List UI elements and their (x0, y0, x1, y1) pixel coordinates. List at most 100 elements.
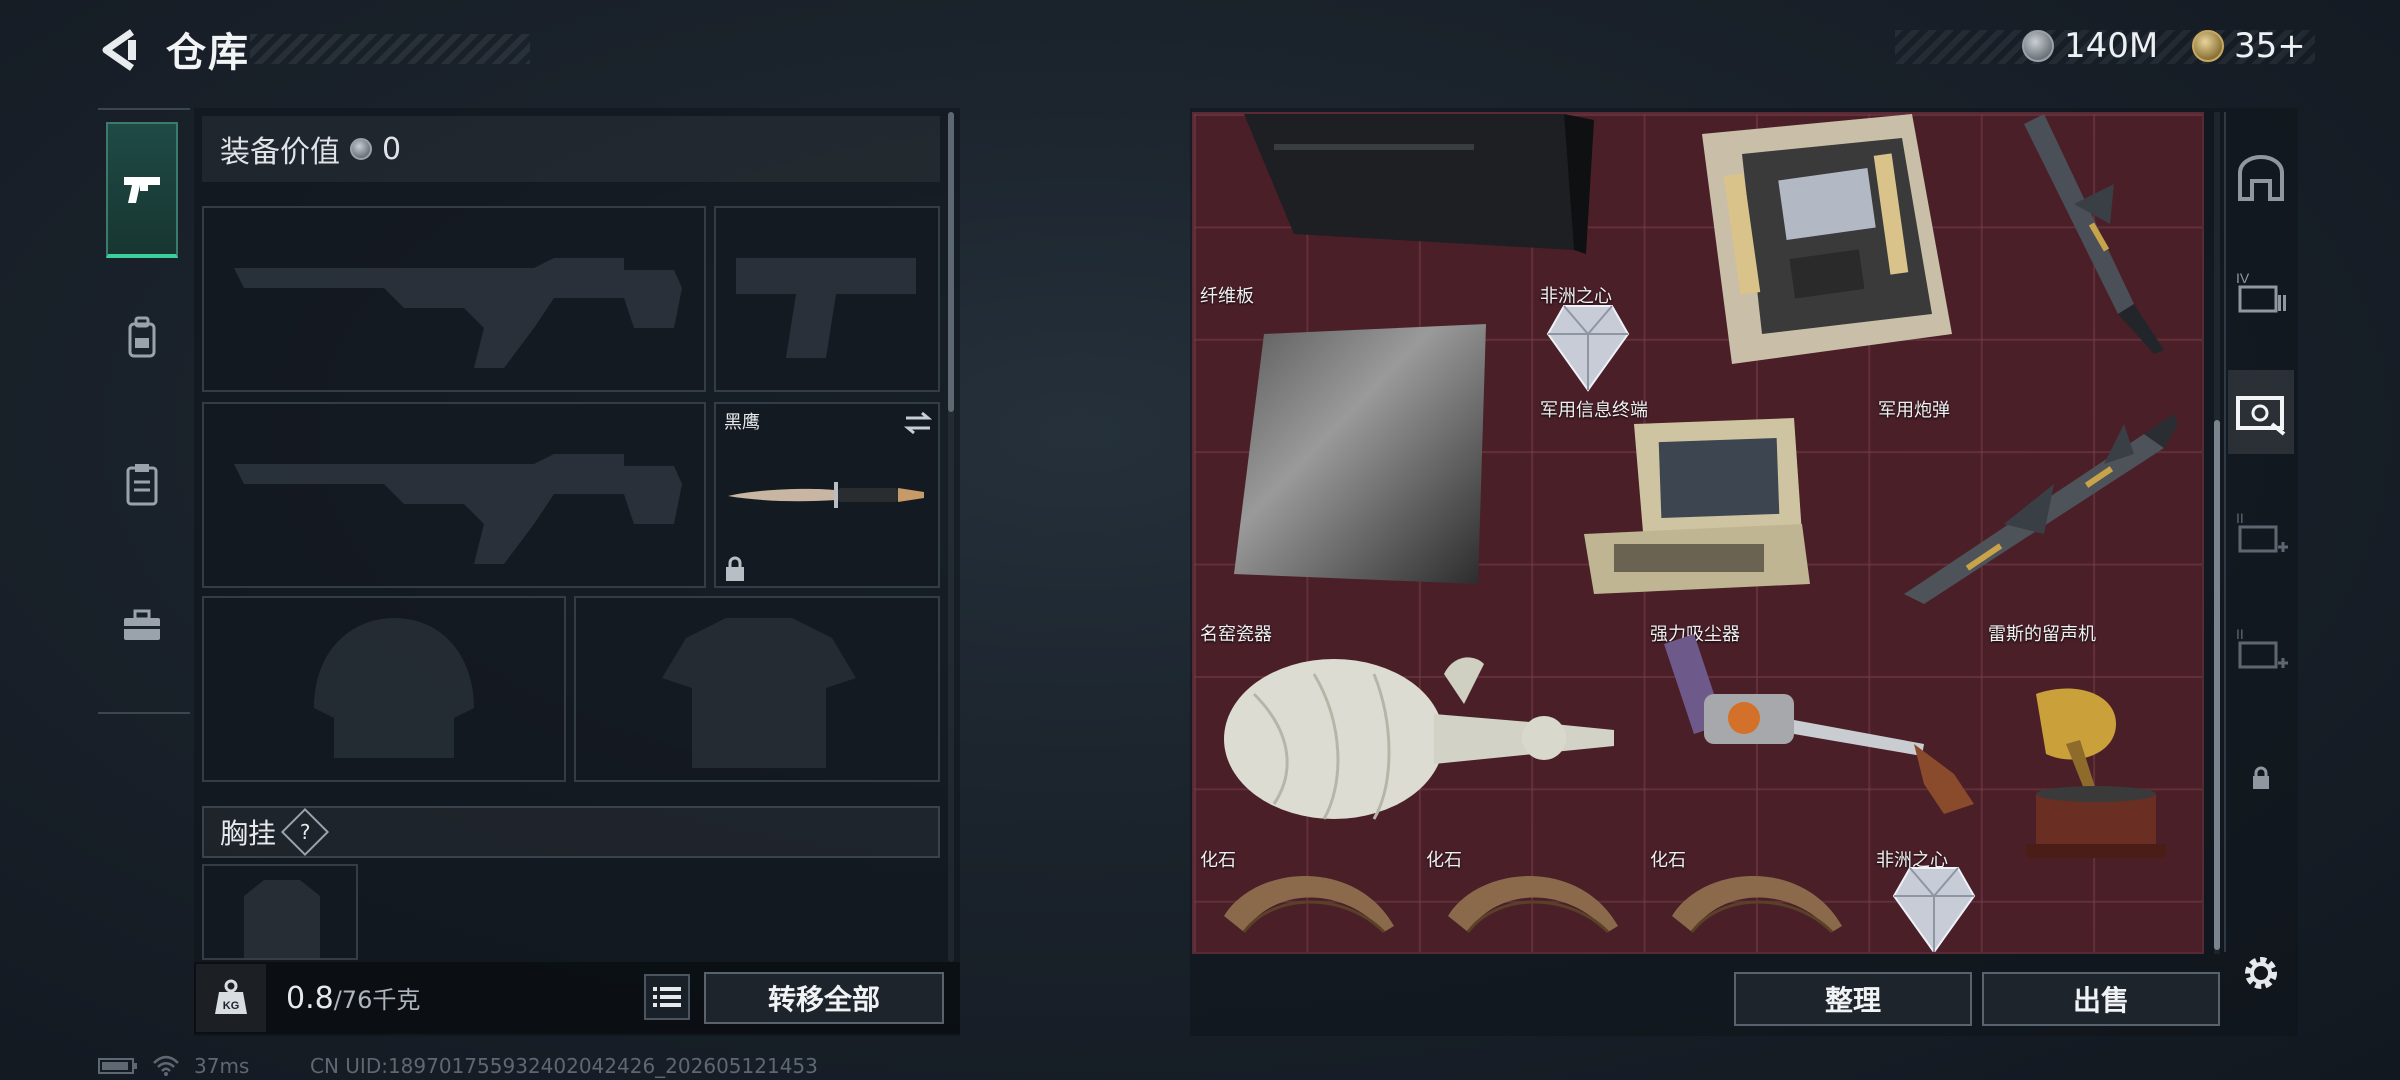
inventory-item-military-shell[interactable] (1884, 404, 2184, 604)
melee-slot[interactable]: 黑鹰 (714, 402, 940, 588)
weight-current: 0.8 (286, 981, 334, 1016)
add-storage-icon: II (2236, 626, 2288, 669)
inventory-item-fiberboard[interactable] (1224, 324, 1494, 604)
weight-kg-icon: KG (215, 979, 247, 1014)
diamond-icon (1892, 867, 1976, 952)
pistol-slot[interactable] (714, 206, 940, 392)
armor-silhouette-icon (662, 618, 856, 768)
inventory-item-fossil[interactable] (1438, 856, 1634, 946)
currency-tickets[interactable]: 35+ (2192, 26, 2306, 66)
pistol-silhouette-icon (736, 258, 916, 358)
claw-fossil-icon (1672, 876, 1842, 934)
inventory-item-fossil[interactable] (1662, 856, 1858, 946)
tab-add-storage-1[interactable]: II (2228, 490, 2294, 574)
inventory-item-fossil[interactable] (1214, 856, 1410, 946)
porcelain-vase-icon (1224, 657, 1614, 820)
weight-text: 0.8/76千克 (286, 980, 420, 1016)
chest-rig-header: 胸挂 ? (202, 806, 940, 858)
svg-text:KG: KG (223, 1000, 240, 1012)
tab-add-storage-2[interactable]: II (2228, 606, 2294, 690)
battery-icon (98, 1058, 137, 1074)
nav-backpack[interactable] (106, 270, 178, 406)
rifle-silhouette-icon (234, 454, 682, 564)
tab-safe-box[interactable] (2228, 136, 2294, 220)
inventory-item-power-vacuum[interactable] (1654, 634, 1984, 824)
svg-text:II: II (2236, 626, 2244, 642)
loadout-scrollbar[interactable] (948, 112, 954, 412)
inventory-grid[interactable]: 纤维板 非洲之心 军用信息终端 军用炮弹 名窑瓷器 强力吸尘器 雷斯的留声机 化… (1192, 112, 2204, 954)
list-view-button[interactable] (644, 974, 690, 1020)
back-arrow-icon (102, 29, 136, 71)
arrange-button[interactable]: 整理 (1734, 972, 1972, 1026)
gear-icon (2245, 957, 2277, 989)
inventory-item-cabinet[interactable] (1234, 114, 1614, 254)
wifi-icon (153, 1055, 179, 1076)
weight-icon-box: KG (196, 964, 266, 1032)
chest-rig-label: 胸挂 (220, 817, 277, 850)
lock-icon (726, 556, 744, 581)
tab-storage-iv[interactable]: IV (2228, 250, 2294, 334)
inventory-item-heart-of-africa[interactable] (1540, 294, 1636, 394)
inventory-item-famous-porcelain[interactable] (1214, 634, 1624, 834)
status-bar: 37ms (98, 1054, 249, 1078)
terminal-case-icon (1584, 418, 1810, 594)
toolbox-icon (124, 609, 160, 640)
vest-silhouette-icon (244, 880, 320, 958)
chest-rig-slot[interactable] (202, 864, 358, 960)
nav-clipboard[interactable] (106, 416, 178, 552)
cabinet-icon (1244, 114, 1594, 254)
page-title: 仓库 (166, 30, 250, 76)
weight-max: /76千克 (333, 986, 421, 1014)
settings-button[interactable] (2236, 948, 2286, 998)
melee-name: 黑鹰 (724, 412, 760, 433)
ping-text: 37ms (194, 1054, 250, 1078)
claw-fossil-icon (1448, 876, 1618, 934)
nav-weapons[interactable] (106, 122, 178, 258)
inventory-item-gramophone[interactable] (2006, 684, 2186, 884)
title-stripe (250, 34, 530, 64)
fiberboard-icon (1234, 324, 1486, 584)
claw-fossil-icon (1224, 876, 1394, 934)
armor-slot[interactable] (574, 596, 940, 782)
coin-amount: 140M (2064, 26, 2159, 66)
gramophone-icon (2026, 688, 2166, 858)
tab-locked[interactable] (2228, 736, 2294, 820)
diamond-icon (1546, 305, 1630, 392)
transfer-all-button[interactable]: 转移全部 (704, 972, 944, 1024)
equip-value-label: 装备价值 (220, 135, 340, 170)
gold-ticket-icon (2192, 30, 2224, 62)
lock-icon (2253, 766, 2269, 789)
backpack-icon (128, 316, 156, 358)
swap-icon[interactable] (902, 410, 934, 436)
back-button[interactable] (96, 22, 144, 78)
tab-storage-cases[interactable] (2228, 370, 2294, 454)
primary-weapon-slot-2[interactable] (202, 402, 706, 588)
primary-weapon-slot-1[interactable] (202, 206, 706, 392)
help-icon[interactable]: ? (280, 807, 330, 857)
missile-icon (2024, 114, 2164, 354)
inventory-item-missile-top[interactable] (2014, 114, 2202, 364)
nav-toolbox[interactable] (106, 558, 178, 694)
ticket-amount: 35+ (2234, 26, 2306, 66)
inventory-item-circuit-board[interactable] (1662, 114, 1952, 364)
silver-coin-icon (350, 138, 372, 160)
sell-button[interactable]: 出售 (1982, 972, 2220, 1026)
helmet-slot[interactable] (202, 596, 566, 782)
rifle-silhouette-icon (234, 258, 682, 368)
currency-coins[interactable]: 140M (2022, 26, 2158, 66)
silver-coin-icon (2022, 30, 2054, 62)
add-storage-icon: II (2236, 510, 2288, 553)
clipboard-icon (126, 464, 158, 506)
svg-text:II: II (2236, 510, 2244, 526)
safe-box-icon (2238, 155, 2284, 201)
inventory-scrollbar[interactable] (2214, 420, 2220, 950)
pistol-icon (124, 177, 160, 203)
circuit-board-icon (1702, 114, 1952, 364)
svg-text:IV: IV (2236, 270, 2250, 286)
inventory-item-military-terminal[interactable] (1574, 414, 1814, 604)
storage-iv-icon: IV (2236, 270, 2286, 313)
item-label: 纤维板 (1200, 286, 1254, 307)
missile-icon (1904, 414, 2178, 604)
equip-value: 0 (382, 131, 402, 167)
inventory-item-heart-of-africa[interactable] (1886, 856, 1982, 952)
